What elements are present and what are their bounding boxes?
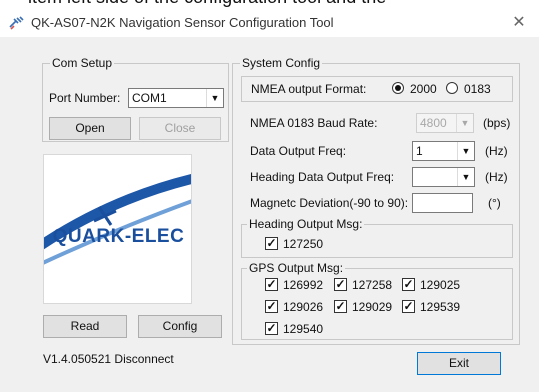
heading-freq-select[interactable]: ▼ (412, 167, 475, 187)
deviation-input[interactable] (412, 193, 473, 213)
baud-rate-unit: (bps) (483, 116, 511, 130)
close-button[interactable]: Close (139, 117, 221, 140)
exit-button[interactable]: Exit (417, 352, 501, 375)
baud-rate-select[interactable]: 4800 ▼ (416, 113, 474, 133)
checkbox-129540[interactable] (265, 321, 278, 335)
format-0183-label: 0183 (464, 82, 491, 96)
com-setup-title: Com Setup (50, 56, 115, 70)
checkbox-129539-label: 129539 (420, 300, 461, 314)
checkbox-129025-label: 129025 (420, 278, 461, 292)
baud-rate-label: NMEA 0183 Baud Rate: (250, 116, 378, 130)
checkbox-129026[interactable] (265, 299, 278, 313)
checkbox-127250[interactable] (265, 236, 278, 250)
port-number-select[interactable]: COM1 ▼ (128, 88, 224, 108)
config-tool-window: QK-AS07-N2K Navigation Sensor Configurat… (0, 9, 539, 392)
format-0183-radio[interactable] (446, 82, 458, 94)
checkbox-129029[interactable] (334, 299, 347, 313)
checkbox-127250-label: 127250 (283, 237, 324, 251)
system-config-title: System Config (240, 56, 323, 70)
data-freq-label: Data Output Freq: (250, 144, 347, 158)
background-document-text: item left side of the configuration tool… (0, 0, 539, 9)
data-freq-unit: (Hz) (485, 144, 508, 158)
checkbox-127258[interactable] (334, 277, 347, 291)
format-2000-label: 2000 (410, 82, 437, 96)
logo-text: QUARK-ELEC (52, 226, 185, 247)
deviation-label: Magnetc Deviation(-90 to 90): (250, 196, 409, 210)
port-number-label: Port Number: (49, 91, 121, 105)
app-icon (9, 16, 24, 30)
chevron-down-icon: ▼ (457, 168, 474, 186)
window-title: QK-AS07-N2K Navigation Sensor Configurat… (31, 15, 334, 30)
checkbox-129029-label: 129029 (352, 300, 393, 314)
checkbox-129025[interactable] (402, 277, 415, 291)
checkbox-129540-label: 129540 (283, 322, 324, 336)
chevron-down-icon: ▼ (457, 142, 474, 160)
title-bar[interactable]: QK-AS07-N2K Navigation Sensor Configurat… (0, 9, 539, 37)
data-freq-select[interactable]: 1 ▼ (412, 141, 475, 161)
config-button[interactable]: Config (138, 315, 222, 338)
background-text: item left side of the configuration tool… (28, 0, 386, 8)
gps-output-group: GPS Output Msg: 126992 127258 129025 129… (241, 261, 513, 340)
close-icon[interactable]: ✕ (509, 13, 529, 33)
baud-rate-value: 4800 (420, 116, 447, 130)
com-setup-group: Com Setup Port Number: COM1 ▼ Open Close (42, 56, 229, 142)
nmea-format-box: NMEA output Format: 2000 0183 (241, 76, 513, 102)
quark-elec-logo: QUARK-ELEC (43, 154, 192, 304)
heading-freq-label: Heading Data Output Freq: (250, 170, 395, 184)
chevron-down-icon: ▼ (456, 114, 473, 132)
nmea-format-label: NMEA output Format: (251, 82, 367, 96)
checkbox-129539[interactable] (402, 299, 415, 313)
checkbox-127258-label: 127258 (352, 278, 393, 292)
read-button[interactable]: Read (43, 315, 127, 338)
checkbox-129026-label: 129026 (283, 300, 324, 314)
port-number-value: COM1 (132, 91, 167, 105)
data-freq-value: 1 (416, 144, 423, 158)
heading-freq-unit: (Hz) (485, 170, 508, 184)
open-button[interactable]: Open (49, 117, 131, 140)
checkbox-126992-label: 126992 (283, 278, 324, 292)
chevron-down-icon: ▼ (206, 89, 223, 107)
gps-output-title: GPS Output Msg: (247, 261, 346, 275)
format-2000-radio[interactable] (392, 82, 404, 94)
checkbox-126992[interactable] (265, 277, 278, 291)
system-config-group: System Config NMEA output Format: 2000 0… (232, 56, 520, 345)
heading-output-group: Heading Output Msg: 127250 (241, 217, 513, 258)
connection-status: V1.4.050521 Disconnect (43, 352, 174, 366)
heading-output-title: Heading Output Msg: (247, 217, 365, 231)
deviation-unit: (°) (488, 196, 501, 210)
